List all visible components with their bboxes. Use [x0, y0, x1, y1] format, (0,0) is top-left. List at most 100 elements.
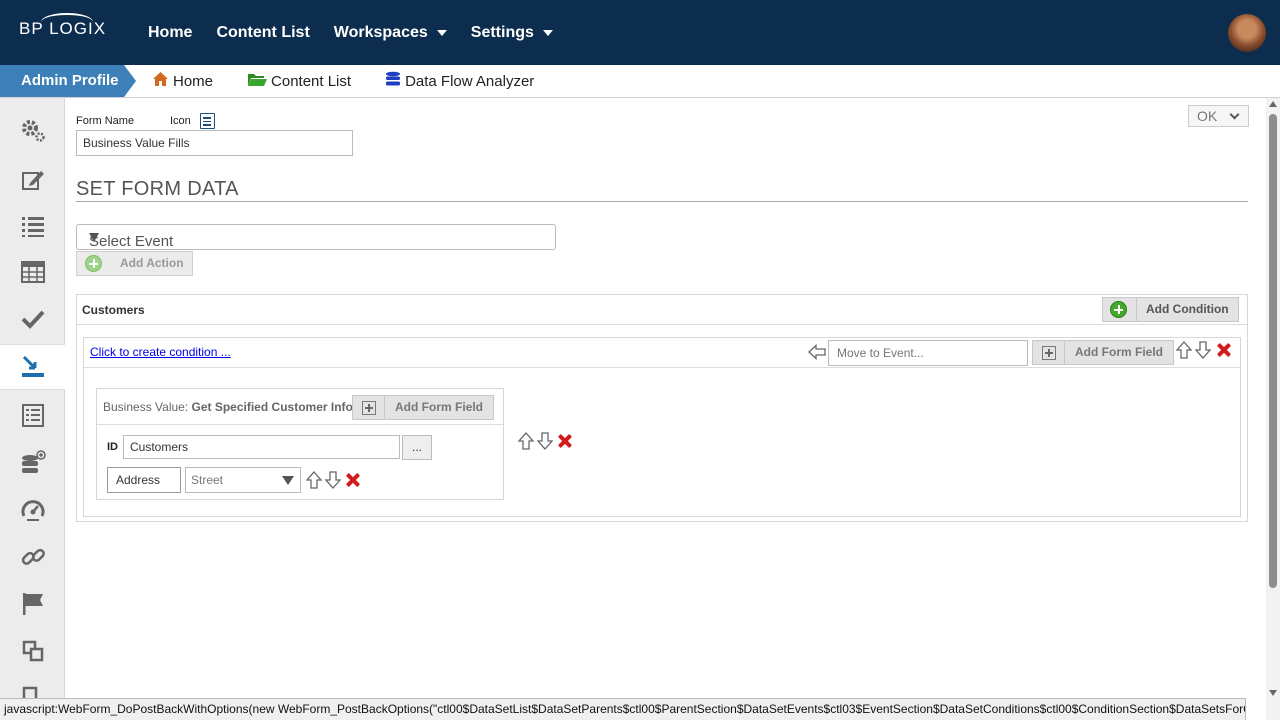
scroll-thumb[interactable]: [1269, 114, 1277, 588]
bp-logix-logo[interactable]: BP LOGIX: [19, 13, 106, 39]
dashboard-icon: [21, 500, 44, 521]
add-circle-icon: [85, 255, 102, 272]
admin-profile-tab[interactable]: Admin Profile: [0, 65, 136, 97]
user-avatar[interactable]: [1228, 14, 1266, 52]
business-value-label: Business Value: Get Specified Customer I…: [103, 400, 353, 414]
nav-content-list[interactable]: Content List: [216, 24, 309, 42]
quick-link-home[interactable]: Home: [152, 71, 213, 91]
id-input[interactable]: [123, 435, 400, 459]
vertical-scrollbar[interactable]: [1266, 98, 1280, 720]
delete-icon[interactable]: [1217, 343, 1231, 357]
condition-panel: Click to create condition ... Add Form F…: [83, 337, 1241, 517]
select-event-dropdown[interactable]: Select Event: [76, 224, 556, 250]
browser-status-bar: javascript:WebForm_DoPostBackWithOptions…: [0, 698, 1246, 720]
add-condition-label: Add Condition: [1146, 302, 1229, 316]
scroll-down-icon[interactable]: [1269, 690, 1277, 696]
bv-add-form-field-label: Add Form Field: [395, 400, 483, 414]
table-icon: [20, 261, 45, 283]
sidebar-list[interactable]: [0, 203, 65, 249]
left-sidebar: [0, 98, 65, 720]
add-action-button[interactable]: Add Action: [76, 251, 193, 276]
list-icon: [21, 217, 44, 237]
nav-home[interactable]: Home: [148, 24, 192, 42]
button-separator: [1136, 298, 1137, 321]
create-condition-link[interactable]: Click to create condition ...: [90, 345, 231, 359]
move-up-icon[interactable]: [1176, 341, 1192, 359]
nav-content-list-label: Content List: [216, 23, 310, 41]
ok-button-label: OK: [1197, 108, 1218, 124]
nav-workspaces-label: Workspaces: [333, 23, 428, 41]
business-value-prefix: Business Value:: [103, 400, 192, 414]
quick-links: Home Content List Data Flow Analyzer: [152, 65, 568, 97]
section-divider: [76, 201, 1248, 202]
id-label: ID: [107, 441, 118, 453]
add-box-icon: [1042, 346, 1056, 360]
field-mapping-select[interactable]: Street: [185, 467, 301, 493]
move-to-event-input[interactable]: [828, 340, 1028, 366]
customers-title: Customers: [82, 303, 145, 317]
gears-icon: [21, 120, 45, 142]
link-icon: [21, 548, 45, 565]
database-icon: [385, 71, 401, 91]
field-delete-icon[interactable]: [346, 473, 360, 487]
add-action-label: Add Action: [120, 256, 184, 270]
arrow-left-icon: [808, 344, 826, 360]
field-move-up-icon[interactable]: [306, 471, 322, 489]
move-down-icon[interactable]: [1195, 341, 1211, 359]
dropdown-arrow-icon: [282, 476, 294, 485]
quick-link-data-flow-analyzer[interactable]: Data Flow Analyzer: [385, 71, 534, 91]
add-condition-button[interactable]: Add Condition: [1102, 297, 1239, 322]
copy-icon: [22, 640, 43, 662]
button-separator: [384, 396, 385, 419]
field-move-down-icon[interactable]: [325, 471, 341, 489]
field-mapping-value: Street: [191, 473, 224, 487]
top-nav: Home Content List Workspaces Settings: [148, 0, 577, 65]
browse-button[interactable]: ...: [402, 435, 432, 460]
sidebar-flags[interactable]: [0, 581, 65, 627]
scroll-up-icon[interactable]: [1269, 101, 1277, 107]
database-add-icon: [21, 450, 46, 473]
sidebar-add-database[interactable]: [0, 440, 65, 486]
add-form-field-button[interactable]: Add Form Field: [1032, 340, 1174, 365]
nav-home-label: Home: [148, 23, 193, 41]
business-value-panel: Business Value: Get Specified Customer I…: [96, 388, 504, 500]
business-value-header: Business Value: Get Specified Customer I…: [97, 389, 503, 425]
form-icon-picker-icon[interactable]: [200, 113, 215, 129]
form-icon-label: Icon: [170, 115, 191, 127]
add-form-field-label: Add Form Field: [1075, 345, 1163, 359]
edit-icon: [21, 171, 44, 190]
nav-settings[interactable]: Settings: [471, 24, 553, 42]
form-name-input[interactable]: [76, 130, 353, 156]
sidebar-dashboard[interactable]: [0, 488, 65, 534]
breadcrumb-bar: Admin Profile Home Content List Data Flo…: [0, 65, 1280, 98]
customers-header: Customers Add Condition: [77, 295, 1247, 325]
folder-icon: [247, 72, 268, 91]
button-separator: [1064, 341, 1065, 364]
add-box-icon: [362, 401, 376, 415]
select-event-placeholder: Select Event: [89, 233, 174, 250]
bv-add-form-field-button[interactable]: Add Form Field: [352, 395, 494, 420]
top-bar: BP LOGIX Home Content List Workspaces Se…: [0, 0, 1280, 65]
field-name-input[interactable]: [107, 467, 181, 493]
ok-button[interactable]: OK: [1188, 105, 1249, 127]
quick-link-content-list-label: Content List: [271, 72, 352, 90]
check-icon: [21, 310, 44, 329]
sidebar-tasks[interactable]: [0, 296, 65, 342]
bv-move-down-icon[interactable]: [537, 432, 553, 450]
bv-move-up-icon[interactable]: [518, 432, 534, 450]
bv-delete-icon[interactable]: [558, 434, 572, 448]
chevron-down-icon: [1229, 109, 1240, 120]
quick-link-data-flow-analyzer-label: Data Flow Analyzer: [405, 72, 535, 90]
sidebar-table[interactable]: [0, 249, 65, 295]
sidebar-reports[interactable]: [0, 392, 65, 438]
sidebar-data-import[interactable]: [0, 344, 65, 390]
sidebar-links[interactable]: [0, 534, 65, 580]
quick-link-content-list[interactable]: Content List: [247, 72, 351, 91]
sidebar-settings[interactable]: [0, 108, 65, 154]
sidebar-edit[interactable]: [0, 157, 65, 203]
nav-workspaces[interactable]: Workspaces: [334, 24, 447, 42]
caret-down-icon: [436, 29, 447, 36]
sidebar-copy[interactable]: [0, 628, 65, 674]
admin-profile-label: Admin Profile: [21, 72, 119, 89]
condition-header: Click to create condition ... Add Form F…: [84, 338, 1240, 368]
